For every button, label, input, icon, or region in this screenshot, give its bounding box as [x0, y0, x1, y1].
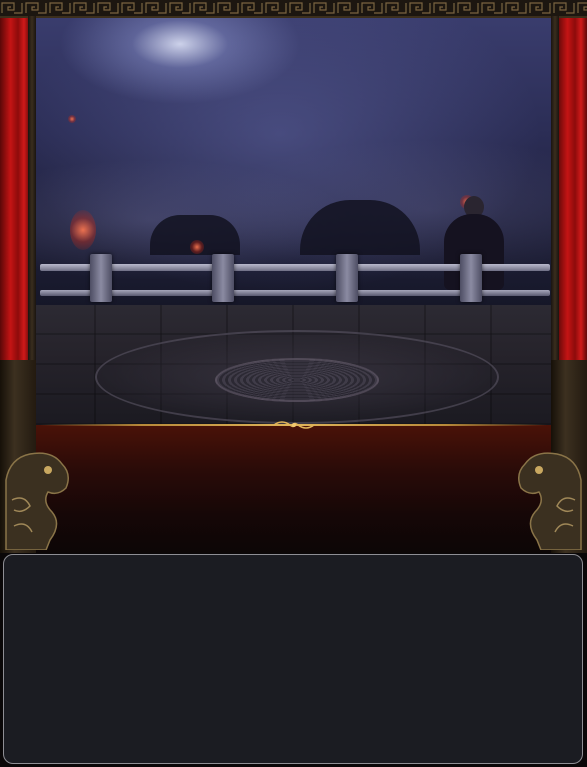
game-screen: [0, 0, 587, 767]
stage-scene: [0, 0, 587, 553]
red-curtain-right: [557, 14, 587, 374]
railing-post: [212, 254, 234, 302]
dialog-panel: [3, 554, 583, 764]
ember-glow: [70, 210, 96, 250]
stone-railing: [40, 252, 550, 306]
floor-medallion-center: [215, 358, 379, 402]
top-frame-border: [0, 0, 587, 18]
fret-pattern-icon: [0, 0, 587, 16]
railing-post: [460, 254, 482, 302]
dragon-statue-right-icon: [518, 452, 582, 550]
dragon-statue-left-icon: [5, 452, 69, 550]
gold-ornament-icon: [273, 421, 315, 429]
red-curtain-left: [0, 14, 30, 374]
ember-glow: [68, 115, 76, 123]
stage-front-red: [30, 425, 557, 553]
railing-post: [336, 254, 358, 302]
railing-post: [90, 254, 112, 302]
